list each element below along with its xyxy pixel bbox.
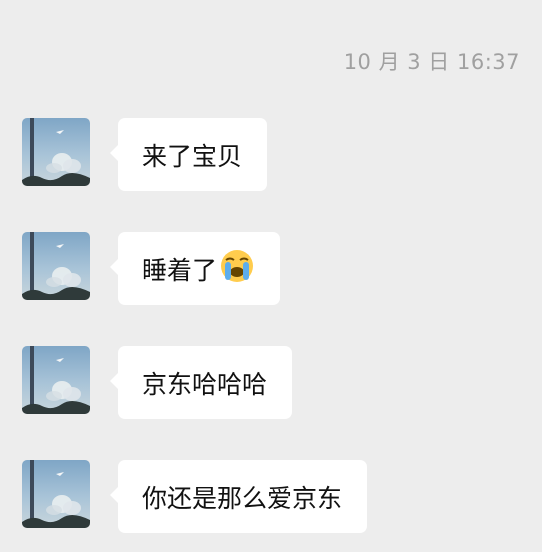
message-text: 你还是那么爱京东	[142, 483, 343, 513]
message-text: 京东哈哈哈	[142, 369, 268, 399]
message-text: 睡着了	[142, 255, 218, 285]
avatar[interactable]	[22, 232, 90, 300]
avatar[interactable]	[22, 118, 90, 186]
chat-timestamp: 10 月 3 日 16:37	[343, 50, 520, 74]
message-text: 来了宝贝	[142, 141, 243, 171]
message-bubble[interactable]: 京东哈哈哈	[109, 346, 293, 419]
avatar[interactable]	[22, 460, 90, 528]
avatar[interactable]	[22, 346, 90, 414]
message-bubble[interactable]: 你还是那么爱京东	[109, 460, 368, 533]
loudly-crying-face-icon	[219, 248, 255, 290]
message-bubble[interactable]: 来了宝贝	[109, 118, 268, 191]
message-bubble[interactable]: 睡着了	[109, 232, 281, 305]
